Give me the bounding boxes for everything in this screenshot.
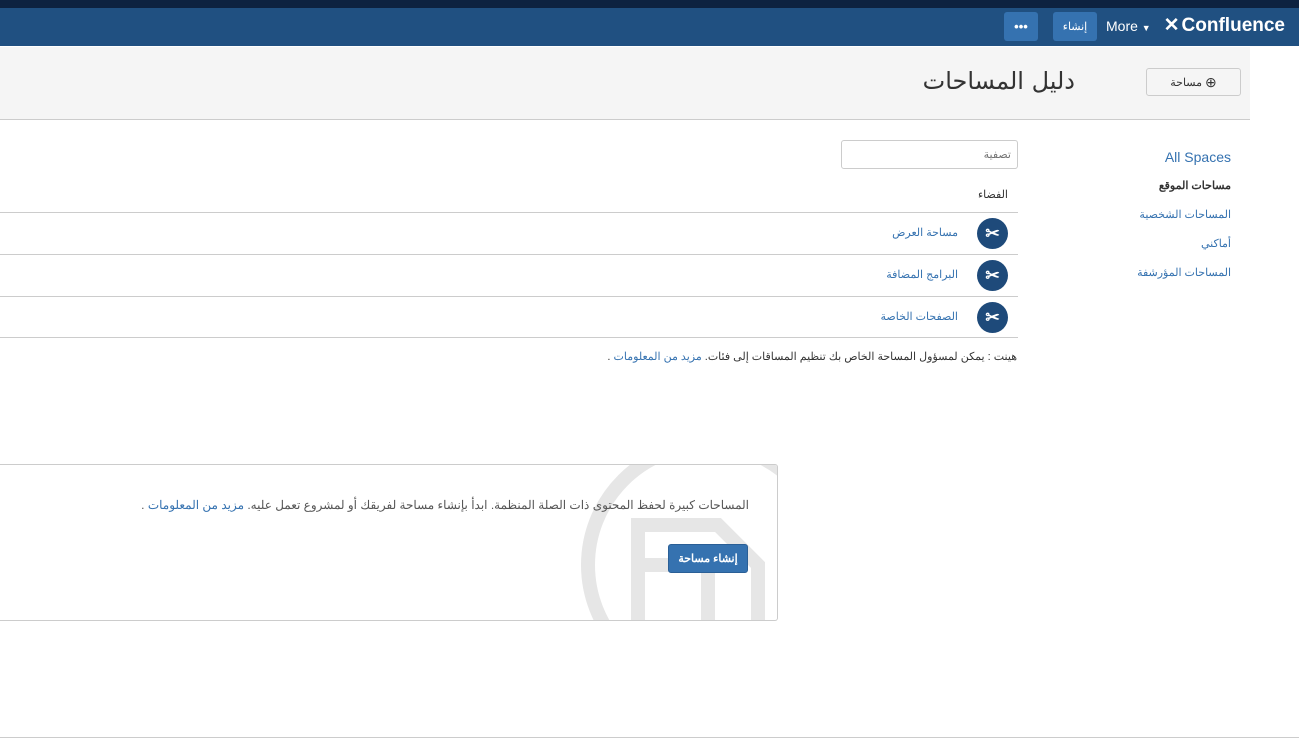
- sidebar-item-personal-spaces[interactable]: المساحات الشخصية: [1139, 208, 1231, 221]
- footer-divider: [0, 737, 1299, 738]
- confluence-logo[interactable]: ✕ Confluence: [1164, 14, 1285, 37]
- sidebar-item-all-spaces[interactable]: All Spaces: [1165, 149, 1231, 165]
- space-avatar-icon[interactable]: ✂: [977, 302, 1008, 333]
- table-row: ✂ مساحة العرض: [0, 212, 1018, 254]
- hint-more-info-link[interactable]: مزيد من المعلومات: [614, 351, 702, 363]
- globe-icon: ⊕: [1205, 73, 1217, 90]
- card-text: المساحات كبيرة لحفظ المحتوى ذات الصلة ال…: [141, 498, 749, 512]
- top-strip: [0, 0, 1299, 8]
- space-watermark-icon: [581, 465, 777, 620]
- table-row: ✂ الصفحات الخاصة: [0, 296, 1018, 338]
- sidebar-item-archived-spaces[interactable]: المساحات المؤرشفة: [1137, 266, 1231, 279]
- space-link[interactable]: مساحة العرض: [892, 226, 958, 239]
- more-label: More: [1106, 18, 1138, 34]
- more-actions-button[interactable]: •••: [1004, 12, 1038, 41]
- space-avatar-icon[interactable]: ✂: [977, 260, 1008, 291]
- sidebar-item-site-spaces[interactable]: مساحات الموقع: [1159, 179, 1231, 192]
- table-row: ✂ البرامج المضافة: [0, 254, 1018, 296]
- filter-input[interactable]: [841, 140, 1018, 169]
- create-space-button[interactable]: ⊕ مساحة: [1146, 68, 1241, 96]
- create-button[interactable]: إنشاء: [1053, 12, 1097, 41]
- hint-text: هينت : يمكن لمسؤول المساحة الخاص بك تنظي…: [607, 350, 1017, 363]
- caret-down-icon: ▼: [1141, 23, 1151, 33]
- logo-text: Confluence: [1181, 14, 1285, 36]
- card-body: المساحات كبيرة لحفظ المحتوى ذات الصلة ال…: [244, 498, 749, 512]
- page-header: دليل المساحات ⊕ مساحة: [0, 47, 1250, 120]
- top-nav: ••• إنشاء More ▼ ✕ Confluence: [0, 8, 1299, 46]
- create-space-card-button[interactable]: إنشاء مساحة: [668, 544, 748, 573]
- create-space-card: المساحات كبيرة لحفظ المحتوى ذات الصلة ال…: [0, 464, 778, 621]
- more-menu[interactable]: More ▼: [1106, 18, 1151, 34]
- space-avatar-icon[interactable]: ✂: [977, 218, 1008, 249]
- card-more-info-link[interactable]: مزيد من المعلومات: [148, 498, 244, 512]
- space-button-label: مساحة: [1170, 76, 1203, 89]
- card-end: .: [141, 498, 148, 512]
- column-header-space: الفضاء: [977, 189, 1008, 201]
- hint-body: هينت : يمكن لمسؤول المساحة الخاص بك تنظي…: [701, 351, 1017, 363]
- space-link[interactable]: البرامج المضافة: [886, 268, 958, 281]
- page-title: دليل المساحات: [922, 67, 1075, 95]
- space-link[interactable]: الصفحات الخاصة: [881, 310, 958, 323]
- sidebar-item-my-spaces[interactable]: أماكني: [1201, 237, 1231, 250]
- confluence-x-icon: ✕: [1163, 15, 1180, 36]
